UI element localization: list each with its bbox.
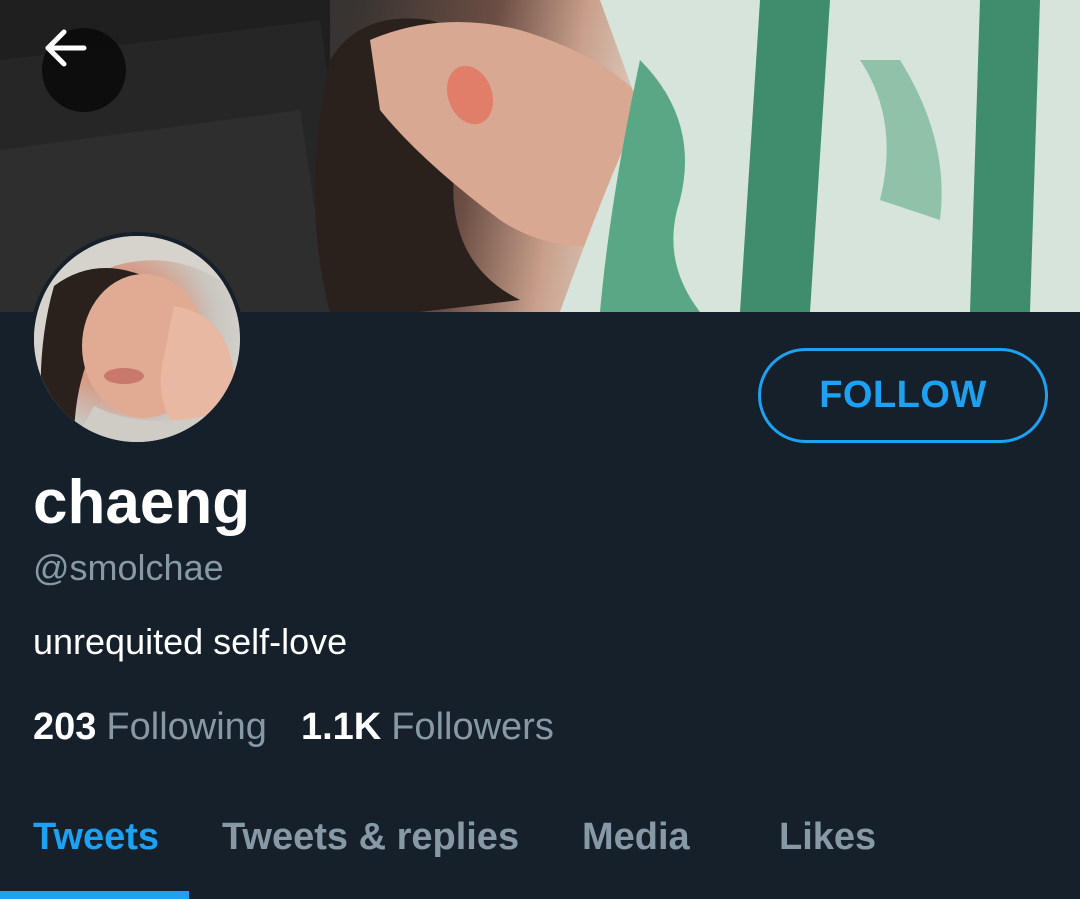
tab-likes[interactable]: Likes — [779, 814, 876, 860]
avatar[interactable] — [30, 232, 244, 446]
arrow-left-icon — [45, 29, 87, 67]
back-button[interactable] — [42, 28, 126, 112]
user-handle: @smolchae — [33, 547, 224, 588]
followers-count: 1.1K — [300, 706, 382, 748]
bio: unrequited self-love — [33, 621, 348, 662]
tab-media[interactable]: Media — [582, 814, 690, 860]
follow-button[interactable]: FOLLOW — [758, 348, 1048, 443]
profile-page: FOLLOW chaeng @smolchae unrequited self-… — [0, 0, 1080, 899]
profile-stats: 203 Following 1.1K Followers — [33, 704, 554, 750]
following-stat[interactable]: 203 Following — [33, 704, 267, 750]
tab-tweets[interactable]: Tweets — [33, 814, 159, 860]
tab-tweets-and-replies[interactable]: Tweets & replies — [222, 814, 519, 860]
following-label: Following — [106, 706, 267, 748]
avatar-photo — [34, 236, 240, 442]
followers-stat[interactable]: 1.1K Followers — [301, 704, 554, 750]
profile-tabs: Tweets Tweets & replies Media Likes — [0, 790, 1080, 899]
active-tab-indicator — [0, 891, 189, 899]
followers-label: Followers — [391, 706, 554, 748]
display-name: chaeng — [33, 468, 251, 537]
following-count: 203 — [33, 706, 97, 748]
